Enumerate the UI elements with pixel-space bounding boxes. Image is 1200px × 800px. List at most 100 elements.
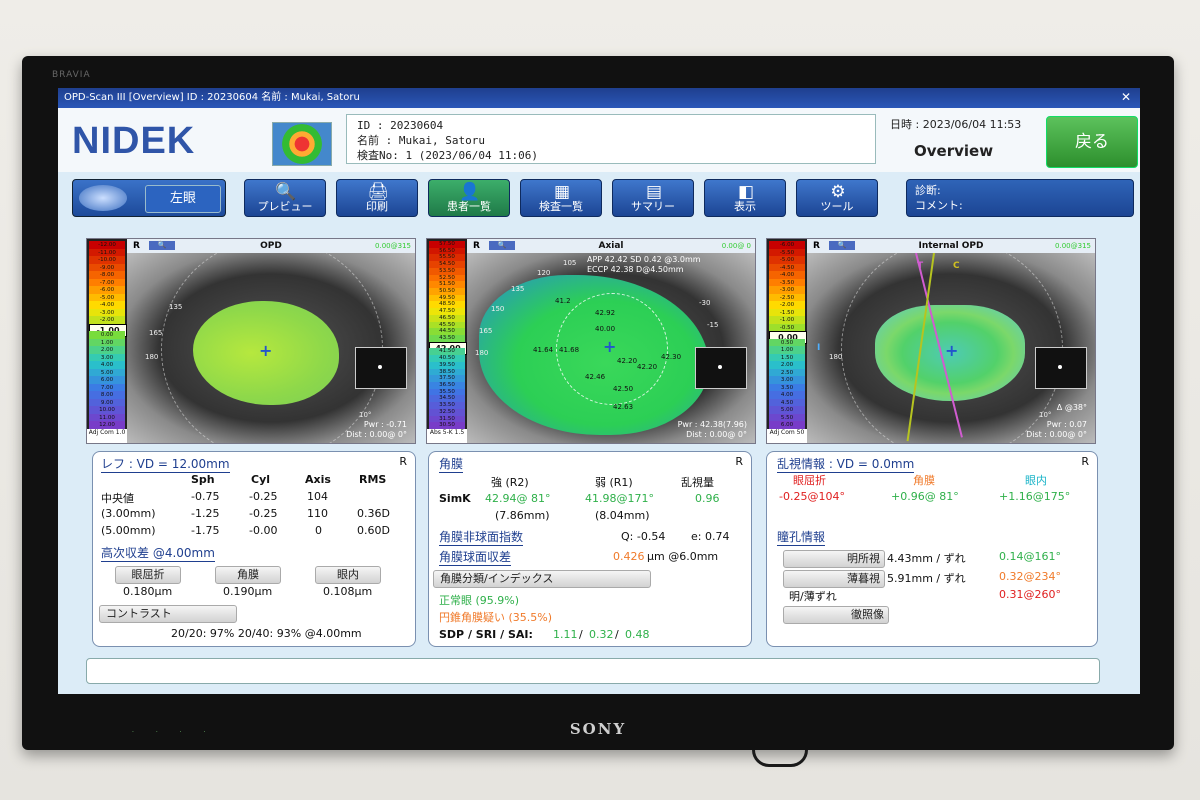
diagnosis-comment-box[interactable]: 診断: コメント:: [906, 179, 1134, 217]
pupil-title: 瞳孔情報: [777, 530, 826, 546]
opd-adj-label: Adj Com 1.0: [87, 429, 127, 443]
angle-label: 105: [563, 259, 577, 267]
row-cyl: -0.25: [249, 490, 278, 503]
strong-mm: (7.86mm): [495, 509, 550, 522]
sa-label: 角膜球面収差: [439, 550, 512, 566]
angle-label: 135: [169, 303, 183, 311]
axial-value: 42.92: [595, 309, 616, 317]
mesopic-button[interactable]: 薄暮視: [783, 570, 885, 588]
tools-button[interactable]: ⚙ ツール: [796, 179, 878, 217]
marker-i: I: [817, 343, 821, 353]
contrast-button[interactable]: コントラスト: [99, 605, 237, 623]
right-eye-toggle[interactable]: [79, 185, 127, 211]
toolbar: 左眼 🔍 プレビュー 🖨 印刷 👤 患者一覧 ▦ 検査一覧 ▤ サマリー ◧ 表示 ⚙ ツール…: [58, 174, 1140, 218]
preview-button[interactable]: 🔍 プレビュー: [244, 179, 326, 217]
mesopic-size: 5.91mm / ずれ: [887, 572, 966, 585]
sdp-value: 1.11: [553, 628, 578, 641]
eye-switch[interactable]: 左眼: [72, 179, 226, 217]
close-icon[interactable]: ✕: [1118, 90, 1134, 104]
axial-map-header: R 🔍 Axial 0.00@ 0: [467, 239, 755, 254]
left-eye-button[interactable]: 左眼: [145, 185, 221, 213]
tv-cable: [752, 750, 808, 767]
ocular-astig: -0.25@104°: [779, 490, 845, 503]
refraction-panel: R レフ : VD = 12.00mm Sph Cyl Axis RMS 中央値…: [92, 451, 416, 647]
refraction-title: レフ : VD = 12.00mm: [101, 457, 230, 473]
row-sph: -1.25: [191, 507, 220, 520]
patient-name: 名前 : Mukai, Satoru: [357, 134, 485, 147]
header-cyl: Cyl: [251, 473, 271, 486]
axial-info: APP 42.42 SD 0.42 @3.0mm ECCP 42.38 D@4.5…: [587, 255, 701, 275]
summary-button[interactable]: ▤ サマリー: [612, 179, 694, 217]
angle-label: 180: [145, 353, 159, 361]
topography-thumbnail-icon: [272, 122, 332, 166]
separator: /: [579, 628, 583, 641]
col-weak: 弱 (R1): [595, 476, 633, 489]
axial-value: 42.63: [613, 403, 634, 411]
axial-value: 42.20: [637, 363, 658, 371]
row-axis: 104: [307, 490, 328, 503]
header-rms: RMS: [359, 473, 387, 486]
internal-opd-map[interactable]: -6.00 -5.50 -5.00 -4.50 -4.00 -3.50 -3.00 -2.50…: [766, 238, 1096, 444]
axial-value: 42.30: [661, 353, 682, 361]
opd-distance: Dist : 0.00@ 0°: [346, 430, 407, 439]
simk-weak: 41.98@171°: [585, 492, 654, 505]
separator: /: [615, 628, 619, 641]
col-astig: 乱視量: [681, 476, 714, 489]
corneal-hoa-button[interactable]: 角膜: [215, 566, 281, 584]
axial-distance: Dist : 0.00@ 0°: [686, 430, 747, 439]
preview-label: プレビュー: [257, 200, 313, 213]
comment-label: コメント:: [915, 199, 963, 212]
exam-list-button[interactable]: ▦ 検査一覧: [520, 179, 602, 217]
display-label: 表示: [734, 200, 756, 213]
axial-value: 42.20: [617, 357, 638, 365]
eye-marker: R: [735, 455, 743, 468]
sri-value: 0.32: [589, 628, 614, 641]
tools-label: ツール: [820, 200, 854, 213]
print-button[interactable]: 🖨 印刷: [336, 179, 418, 217]
status-bar: [86, 658, 1100, 684]
iopd-map-image: T C I 180 10° + Δ @38° Pwr : 0.07 Dist : …: [807, 253, 1095, 443]
row-label: (3.00mm): [101, 507, 156, 520]
classification-button[interactable]: 角膜分類/インデックス: [433, 570, 651, 588]
patient-info-box: ID : 20230604 名前 : Mukai, Satoru 検査No: 1…: [346, 114, 876, 164]
col-strong: 強 (R2): [491, 476, 529, 489]
opd-map-footer: Pwr : -0.71 Dist : 0.00@ 0°: [346, 420, 407, 440]
brand-logo: NIDEK: [72, 120, 196, 162]
axial-map[interactable]: 57.50 56.50 55.50 54.50 53.50 52.50 51.50 50.50…: [426, 238, 756, 444]
window-titlebar: OPD-Scan III [Overview] ID : 20230604 名前…: [58, 88, 1140, 108]
row-sph: -0.75: [191, 490, 220, 503]
simk-astig: 0.96: [695, 492, 720, 505]
center-cross-icon: +: [603, 337, 617, 356]
internal-opd-color-scale: -6.00 -5.50 -5.00 -4.50 -4.00 -3.50 -3.00 -2.50…: [767, 239, 807, 443]
e-value: e: 0.74: [691, 530, 730, 543]
axial-map-cap: 0.00@ 0: [721, 242, 751, 250]
opd-map[interactable]: -12.00 -11.00 -10.00 -9.00 -8.00 -7.00 -6.00 -5…: [86, 238, 416, 444]
angle-note: Δ @38°: [1056, 403, 1087, 412]
corneal-astig: +0.96@ 81°: [891, 490, 959, 503]
opd-map-image: + 135 165 180 10° Pwr : -0.71 Dist : 0.00…: [127, 253, 415, 443]
angle-label: 180: [475, 349, 489, 357]
ocular-hoa-button[interactable]: 眼屈折: [115, 566, 181, 584]
pupil-thumbnail[interactable]: [695, 347, 747, 389]
patient-id: ID : 20230604: [357, 119, 444, 132]
header-sph: Sph: [191, 473, 215, 486]
display-button[interactable]: ◧ 表示: [704, 179, 786, 217]
cornea-panel: R 角膜 強 (R2) 弱 (R1) 乱視量 SimK 42.94@ 81° 4…: [428, 451, 752, 647]
sa-value: 0.426: [613, 550, 645, 563]
tv-brand-logo: SONY: [569, 720, 627, 738]
row-sph: -1.75: [191, 524, 220, 537]
axial-value: 41.2: [555, 297, 571, 305]
photopic-button[interactable]: 明所視: [783, 550, 885, 568]
pupil-thumbnail[interactable]: [355, 347, 407, 389]
patient-list-button[interactable]: 👤 患者一覧: [428, 179, 510, 217]
keratoconus-suspect-result: 円錐角膜疑い (35.5%): [439, 611, 553, 624]
row-axis: 0: [315, 524, 322, 537]
axial-value: 42.50: [613, 385, 634, 393]
pupil-thumbnail[interactable]: [1035, 347, 1087, 389]
axial-app: APP 42.42 SD 0.42 @3.0mm: [587, 255, 701, 264]
exam-list-label: 検査一覧: [539, 200, 583, 213]
diff-label: 明/薄ずれ: [789, 590, 837, 603]
internal-hoa-button[interactable]: 眼内: [315, 566, 381, 584]
back-button[interactable]: 戻る: [1046, 116, 1138, 168]
retroillumination-button[interactable]: 徹照像: [783, 606, 889, 624]
